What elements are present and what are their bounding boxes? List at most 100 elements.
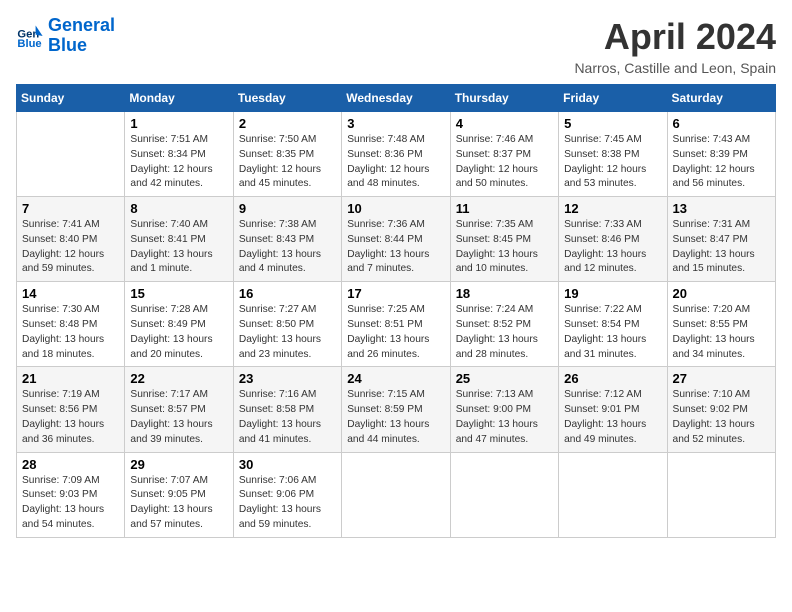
day-info: Sunrise: 7:36 AMSunset: 8:44 PMDaylight:… — [347, 218, 444, 277]
day-info: Sunrise: 7:45 AMSunset: 8:38 PMDaylight:… — [564, 133, 661, 192]
calendar-table: SundayMondayTuesdayWednesdayThursdayFrid… — [16, 84, 776, 538]
day-info: Sunrise: 7:16 AMSunset: 8:58 PMDaylight:… — [239, 388, 336, 447]
calendar-cell: 30Sunrise: 7:06 AMSunset: 9:06 PMDayligh… — [233, 452, 341, 537]
calendar-week-row: 21 Sunrise: 7:19 AMSunset: 8:56 PMDayligh… — [17, 367, 776, 452]
day-number: 20 — [673, 286, 770, 301]
day-header-sunday: Sunday — [17, 85, 125, 112]
calendar-cell: 23 Sunrise: 7:16 AMSunset: 8:58 PMDayligh… — [233, 367, 341, 452]
day-number: 13 — [673, 201, 770, 216]
calendar-cell: 9 Sunrise: 7:38 AMSunset: 8:43 PMDaylight… — [233, 197, 341, 282]
day-info: Sunrise: 7:40 AMSunset: 8:41 PMDaylight:… — [130, 218, 227, 277]
day-number: 28 — [22, 457, 119, 472]
calendar-cell: 18 Sunrise: 7:24 AMSunset: 8:52 PMDayligh… — [450, 282, 558, 367]
day-number: 6 — [673, 116, 770, 131]
day-number: 9 — [239, 201, 336, 216]
day-info: Sunrise: 7:09 AMSunset: 9:03 PMDaylight:… — [22, 474, 119, 533]
day-header-thursday: Thursday — [450, 85, 558, 112]
calendar-cell: 3 Sunrise: 7:48 AMSunset: 8:36 PMDaylight… — [342, 112, 450, 197]
calendar-cell: 15Sunrise: 7:28 AMSunset: 8:49 PMDayligh… — [125, 282, 233, 367]
calendar-cell: 11 Sunrise: 7:35 AMSunset: 8:45 PMDayligh… — [450, 197, 558, 282]
calendar-cell — [559, 452, 667, 537]
calendar-cell: 4 Sunrise: 7:46 AMSunset: 8:37 PMDaylight… — [450, 112, 558, 197]
calendar-cell: 21 Sunrise: 7:19 AMSunset: 8:56 PMDayligh… — [17, 367, 125, 452]
day-header-friday: Friday — [559, 85, 667, 112]
calendar-week-row: 1 Sunrise: 7:51 AMSunset: 8:34 PMDaylight… — [17, 112, 776, 197]
day-number: 23 — [239, 371, 336, 386]
calendar-cell: 8Sunrise: 7:40 AMSunset: 8:41 PMDaylight… — [125, 197, 233, 282]
subtitle: Narros, Castille and Leon, Spain — [574, 60, 776, 76]
day-info: Sunrise: 7:19 AMSunset: 8:56 PMDaylight:… — [22, 388, 119, 447]
calendar-cell: 19 Sunrise: 7:22 AMSunset: 8:54 PMDayligh… — [559, 282, 667, 367]
calendar-cell: 2 Sunrise: 7:50 AMSunset: 8:35 PMDaylight… — [233, 112, 341, 197]
logo: Gen Blue General Blue — [16, 16, 115, 56]
day-header-saturday: Saturday — [667, 85, 775, 112]
day-number: 1 — [130, 116, 227, 131]
day-info: Sunrise: 7:35 AMSunset: 8:45 PMDaylight:… — [456, 218, 553, 277]
day-number: 2 — [239, 116, 336, 131]
calendar-cell: 14Sunrise: 7:30 AMSunset: 8:48 PMDayligh… — [17, 282, 125, 367]
day-number: 12 — [564, 201, 661, 216]
calendar-cell: 28 Sunrise: 7:09 AMSunset: 9:03 PMDayligh… — [17, 452, 125, 537]
day-number: 18 — [456, 286, 553, 301]
day-info: Sunrise: 7:50 AMSunset: 8:35 PMDaylight:… — [239, 133, 336, 192]
day-number: 29 — [130, 457, 227, 472]
day-info: Sunrise: 7:30 AMSunset: 8:48 PMDaylight:… — [22, 303, 119, 362]
day-info: Sunrise: 7:43 AMSunset: 8:39 PMDaylight:… — [673, 133, 770, 192]
calendar-week-row: 28 Sunrise: 7:09 AMSunset: 9:03 PMDayligh… — [17, 452, 776, 537]
day-number: 5 — [564, 116, 661, 131]
day-number: 21 — [22, 371, 119, 386]
day-info: Sunrise: 7:07 AMSunset: 9:05 PMDaylight:… — [130, 474, 227, 533]
calendar-week-row: 7Sunrise: 7:41 AMSunset: 8:40 PMDaylight… — [17, 197, 776, 282]
day-info: Sunrise: 7:48 AMSunset: 8:36 PMDaylight:… — [347, 133, 444, 192]
calendar-cell: 27Sunrise: 7:10 AMSunset: 9:02 PMDayligh… — [667, 367, 775, 452]
title-area: April 2024 Narros, Castille and Leon, Sp… — [574, 16, 776, 76]
calendar-cell: 20 Sunrise: 7:20 AMSunset: 8:55 PMDayligh… — [667, 282, 775, 367]
logo-icon: Gen Blue — [16, 22, 44, 50]
day-number: 26 — [564, 371, 661, 386]
day-number: 24 — [347, 371, 444, 386]
day-info: Sunrise: 7:24 AMSunset: 8:52 PMDaylight:… — [456, 303, 553, 362]
day-info: Sunrise: 7:25 AMSunset: 8:51 PMDaylight:… — [347, 303, 444, 362]
calendar-cell — [342, 452, 450, 537]
day-header-tuesday: Tuesday — [233, 85, 341, 112]
calendar-cell: 26Sunrise: 7:12 AMSunset: 9:01 PMDayligh… — [559, 367, 667, 452]
calendar-cell: 29 Sunrise: 7:07 AMSunset: 9:05 PMDayligh… — [125, 452, 233, 537]
day-number: 17 — [347, 286, 444, 301]
day-info: Sunrise: 7:51 AMSunset: 8:34 PMDaylight:… — [130, 133, 227, 192]
month-title: April 2024 — [574, 16, 776, 58]
day-info: Sunrise: 7:31 AMSunset: 8:47 PMDaylight:… — [673, 218, 770, 277]
day-info: Sunrise: 7:28 AMSunset: 8:49 PMDaylight:… — [130, 303, 227, 362]
day-info: Sunrise: 7:41 AMSunset: 8:40 PMDaylight:… — [22, 218, 119, 277]
logo-line1: General — [48, 15, 115, 35]
calendar-cell: 10 Sunrise: 7:36 AMSunset: 8:44 PMDayligh… — [342, 197, 450, 282]
day-info: Sunrise: 7:46 AMSunset: 8:37 PMDaylight:… — [456, 133, 553, 192]
day-number: 11 — [456, 201, 553, 216]
day-number: 4 — [456, 116, 553, 131]
day-number: 10 — [347, 201, 444, 216]
header: Gen Blue General Blue April 2024 Narros,… — [16, 16, 776, 76]
day-number: 25 — [456, 371, 553, 386]
calendar-week-row: 14Sunrise: 7:30 AMSunset: 8:48 PMDayligh… — [17, 282, 776, 367]
svg-text:Blue: Blue — [17, 38, 41, 50]
day-info: Sunrise: 7:06 AMSunset: 9:06 PMDaylight:… — [239, 474, 336, 533]
calendar-cell: 24 Sunrise: 7:15 AMSunset: 8:59 PMDayligh… — [342, 367, 450, 452]
calendar-cell: 7Sunrise: 7:41 AMSunset: 8:40 PMDaylight… — [17, 197, 125, 282]
calendar-cell: 25Sunrise: 7:13 AMSunset: 9:00 PMDayligh… — [450, 367, 558, 452]
calendar-cell: 22Sunrise: 7:17 AMSunset: 8:57 PMDayligh… — [125, 367, 233, 452]
day-info: Sunrise: 7:38 AMSunset: 8:43 PMDaylight:… — [239, 218, 336, 277]
day-number: 22 — [130, 371, 227, 386]
day-info: Sunrise: 7:20 AMSunset: 8:55 PMDaylight:… — [673, 303, 770, 362]
day-info: Sunrise: 7:33 AMSunset: 8:46 PMDaylight:… — [564, 218, 661, 277]
calendar-cell: 16Sunrise: 7:27 AMSunset: 8:50 PMDayligh… — [233, 282, 341, 367]
calendar-cell: 5 Sunrise: 7:45 AMSunset: 8:38 PMDaylight… — [559, 112, 667, 197]
calendar-cell — [667, 452, 775, 537]
calendar-cell: 1 Sunrise: 7:51 AMSunset: 8:34 PMDaylight… — [125, 112, 233, 197]
calendar-header-row: SundayMondayTuesdayWednesdayThursdayFrid… — [17, 85, 776, 112]
day-number: 3 — [347, 116, 444, 131]
day-header-wednesday: Wednesday — [342, 85, 450, 112]
calendar-cell: 12 Sunrise: 7:33 AMSunset: 8:46 PMDayligh… — [559, 197, 667, 282]
day-info: Sunrise: 7:22 AMSunset: 8:54 PMDaylight:… — [564, 303, 661, 362]
day-info: Sunrise: 7:15 AMSunset: 8:59 PMDaylight:… — [347, 388, 444, 447]
day-number: 19 — [564, 286, 661, 301]
calendar-cell — [17, 112, 125, 197]
